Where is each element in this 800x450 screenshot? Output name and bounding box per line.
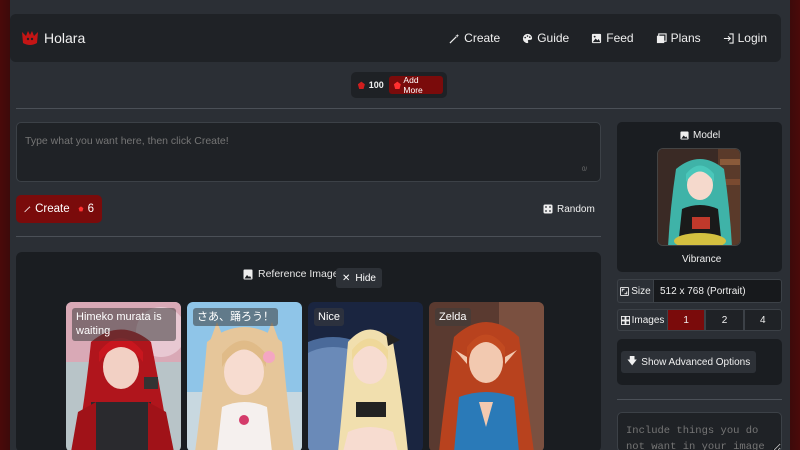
nav-login[interactable]: Login	[723, 31, 767, 45]
reference-card[interactable]: さあ、踊ろう！	[187, 302, 302, 450]
random-label: Random	[557, 203, 595, 215]
divider	[16, 236, 601, 237]
random-button[interactable]: Random	[543, 200, 595, 218]
credit-count: 100	[368, 80, 384, 90]
reference-images-title: Reference Images	[258, 268, 344, 280]
size-row: Size 512 x 768 (Portrait)	[617, 279, 782, 303]
size-label: Size	[617, 279, 653, 303]
reference-images-header: Reference Images	[243, 268, 344, 280]
images-option-2[interactable]: 2	[705, 309, 744, 331]
add-more-button[interactable]: Add More	[388, 75, 443, 95]
nav-create-label: Create	[464, 31, 501, 45]
reference-card-label: Himeko murata is waiting	[72, 308, 176, 341]
dice-icon	[543, 204, 553, 214]
reference-card[interactable]: Himeko murata is waiting	[66, 302, 181, 450]
login-icon	[723, 32, 734, 44]
create-cost: 6	[87, 203, 94, 215]
nav-feed[interactable]: Feed	[591, 31, 634, 45]
nav-links: Create Guide Feed Plans Login	[449, 31, 767, 45]
nav-plans-label: Plans	[670, 31, 701, 45]
size-select[interactable]: 512 x 768 (Portrait)	[653, 279, 782, 303]
reference-card-label: Zelda	[435, 308, 471, 327]
nav-create[interactable]: Create	[449, 31, 500, 45]
divider	[617, 399, 782, 400]
navbar: Holara Create Guide Feed Plans Login	[10, 14, 781, 62]
images-option-4[interactable]: 4	[743, 309, 782, 331]
prompt-input[interactable]	[16, 122, 601, 182]
wand-icon	[449, 33, 460, 44]
model-thumbnail[interactable]	[657, 148, 741, 246]
negative-prompt-input[interactable]	[617, 412, 782, 450]
model-title: Model	[680, 130, 720, 141]
hide-button[interactable]: ✕ Hide	[336, 268, 382, 288]
images-count-row: Images 1 2 4	[617, 309, 782, 331]
prompt-char-counter: 0/	[582, 167, 588, 173]
close-icon: ✕	[342, 272, 351, 284]
nav-guide[interactable]: Guide	[522, 31, 569, 45]
images-label: Images	[617, 309, 667, 331]
credits-badge: 100 Add More	[351, 72, 447, 98]
nav-feed-label: Feed	[606, 31, 634, 45]
nav-guide-label: Guide	[537, 31, 570, 45]
nav-login-label: Login	[737, 31, 767, 45]
image-icon	[243, 269, 253, 279]
wand-icon	[24, 206, 31, 213]
reference-card-label: さあ、踊ろう！	[193, 308, 278, 327]
holara-logo-icon	[22, 31, 38, 45]
reference-card[interactable]: Nice	[308, 302, 423, 450]
brand-name: Holara	[44, 30, 86, 46]
images-label-text: Images	[631, 314, 665, 326]
gem-icon	[78, 206, 83, 212]
create-label: Create	[35, 203, 70, 215]
show-advanced-options-button[interactable]: 🡇 Show Advanced Options	[621, 351, 757, 373]
reference-card-label: Nice	[314, 308, 345, 327]
model-title-label: Model	[693, 130, 721, 141]
nav-plans[interactable]: Plans	[656, 31, 701, 45]
create-button[interactable]: Create 6	[16, 195, 102, 223]
images-option-1[interactable]: 1	[667, 309, 706, 331]
reference-card[interactable]: Zelda	[429, 302, 544, 450]
palette-icon	[523, 33, 533, 43]
grid-icon	[620, 315, 630, 325]
divider	[16, 108, 781, 109]
image-icon	[592, 33, 602, 43]
advanced-label: Show Advanced Options	[641, 356, 751, 368]
layers-icon	[656, 32, 667, 43]
aspect-ratio-icon	[620, 286, 630, 296]
arrow-down-icon: 🡇	[627, 355, 638, 367]
image-icon	[680, 131, 689, 140]
size-label-text: Size	[631, 285, 651, 297]
model-name: Vibrance	[682, 254, 722, 265]
model-image	[658, 149, 740, 245]
gem-icon	[393, 81, 401, 89]
add-more-label: Add More	[403, 75, 423, 95]
gem-icon	[357, 81, 365, 89]
brand[interactable]: Holara	[20, 28, 85, 48]
hide-label: Hide	[355, 272, 376, 284]
